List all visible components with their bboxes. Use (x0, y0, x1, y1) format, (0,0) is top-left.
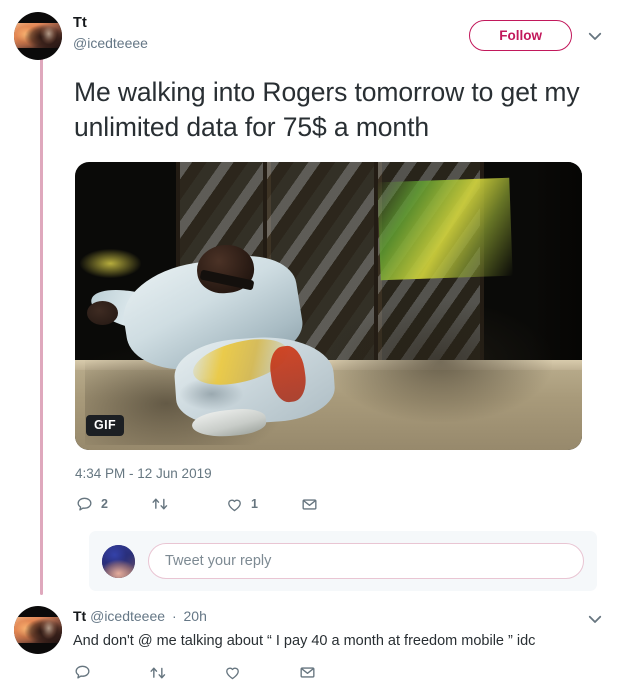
reply-content: Tt @icedteeee · 20h And don't @ me talki… (73, 606, 586, 682)
envelope-icon (298, 663, 317, 682)
reply-tweet: Tt @icedteeee · 20h And don't @ me talki… (0, 606, 618, 682)
reply-icon (75, 495, 94, 514)
reply-time-ago[interactable]: 20h (184, 608, 207, 624)
user-handle: @icedteeee (73, 34, 148, 51)
retweet-icon (150, 494, 170, 514)
heart-icon (225, 495, 244, 514)
reply-display-name[interactable]: Tt (73, 608, 86, 624)
envelope-icon (300, 495, 319, 514)
tweet-timestamp[interactable]: 4:34 PM - 12 Jun 2019 (75, 466, 604, 481)
gif-badge: GIF (86, 415, 125, 437)
reply-avatar-photo (14, 617, 62, 643)
reply-icon (73, 663, 92, 682)
chevron-down-icon[interactable] (586, 615, 604, 632)
follow-button[interactable]: Follow (469, 20, 572, 51)
tweet-media-gif[interactable]: GIF (75, 162, 582, 451)
chevron-down-icon[interactable] (586, 27, 604, 45)
tweet-text: Me walking into Rogers tomorrow to get m… (74, 77, 580, 143)
composer-avatar[interactable] (102, 544, 135, 578)
retweet-action[interactable] (150, 494, 225, 514)
reply-action-retweet[interactable] (148, 663, 223, 683)
reply-action-share[interactable] (298, 663, 373, 682)
reply-action[interactable]: 2 (75, 495, 150, 514)
author-identity[interactable]: Tt @icedteeee (73, 12, 148, 51)
header-actions: Follow (469, 12, 604, 51)
gif-frame-image (75, 162, 582, 451)
reply-action-reply[interactable] (73, 663, 148, 682)
reply-composer (89, 531, 597, 592)
tweet-action-bar: 2 1 (75, 494, 375, 514)
reply-avatar[interactable] (14, 606, 62, 655)
reply-action-bar (73, 663, 373, 683)
avatar-photo (14, 22, 62, 49)
reply-handle[interactable]: @icedteeee (90, 608, 165, 624)
like-count: 1 (251, 497, 258, 512)
display-name: Tt (73, 15, 87, 31)
reply-action-like[interactable] (223, 663, 298, 682)
retweet-icon (148, 663, 168, 683)
meta-separator: · (171, 608, 177, 625)
main-tweet: Tt @icedteeee Follow Me walking into Rog… (0, 0, 618, 592)
reply-text: And don't @ me talking about “ I pay 40 … (73, 633, 536, 650)
heart-icon (223, 663, 242, 682)
reply-caret-wrapper (586, 606, 604, 633)
reply-input[interactable] (148, 543, 584, 580)
reply-count: 2 (101, 497, 108, 512)
composer-avatar-photo (102, 544, 135, 578)
reply-meta: Tt @icedteeee · 20h (73, 606, 586, 625)
tweet-header: Tt @icedteeee Follow (14, 12, 604, 62)
like-action[interactable]: 1 (225, 495, 300, 514)
share-action[interactable] (300, 495, 375, 514)
avatar[interactable] (14, 12, 62, 60)
